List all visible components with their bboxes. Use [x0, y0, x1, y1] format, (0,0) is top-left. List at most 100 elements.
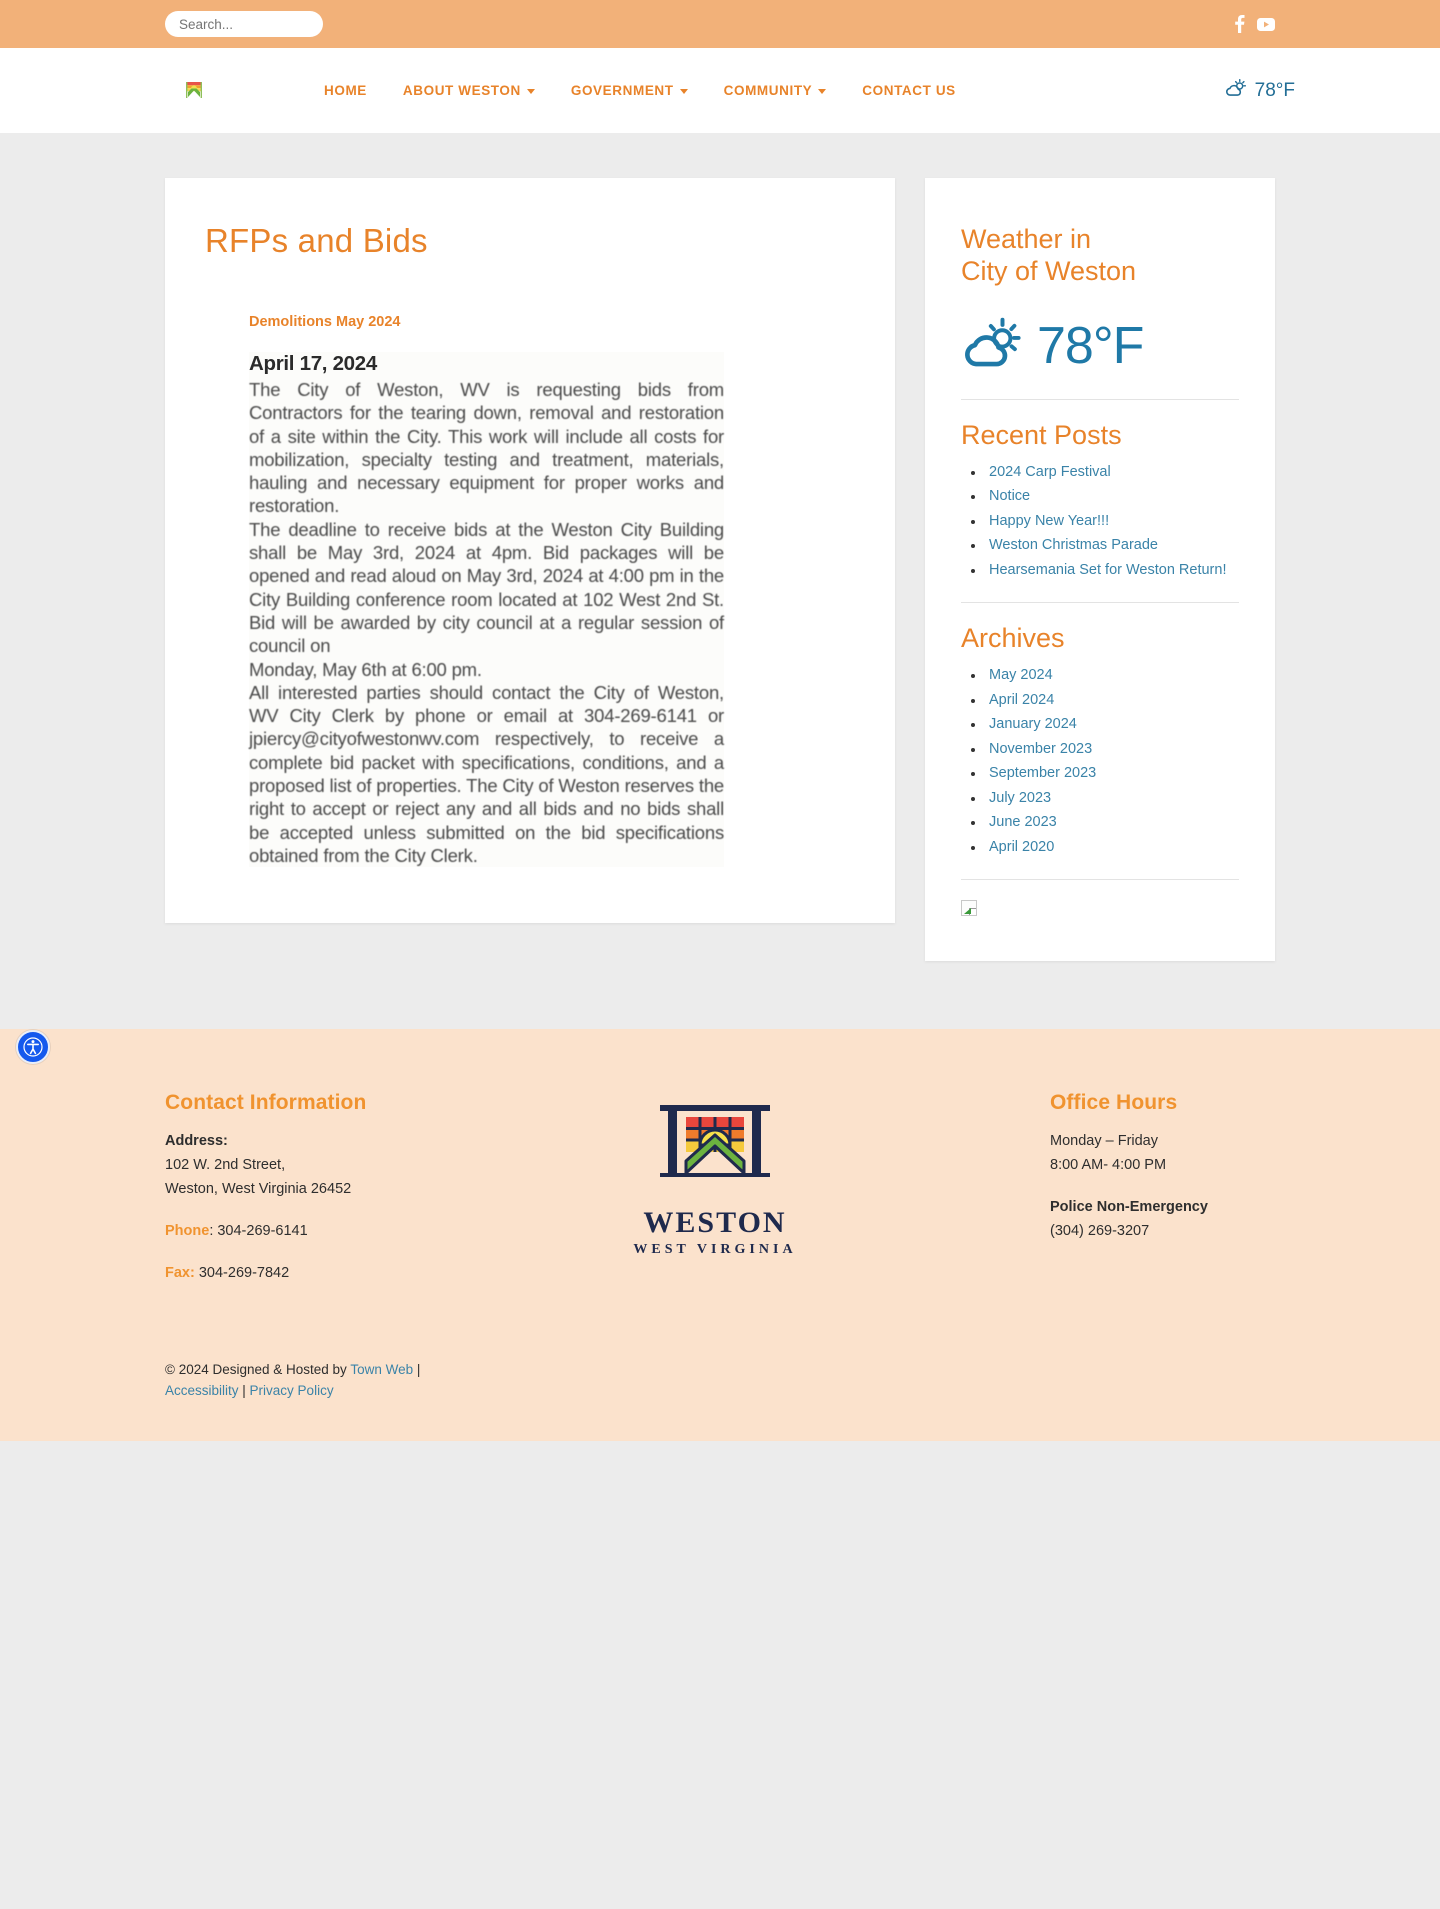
site-footer: Contact Information Address: 102 W. 2nd … [0, 1029, 1440, 1442]
copyright-line-2: Accessibility | Privacy Policy [165, 1380, 1275, 1401]
main-nav: HOME ABOUT WESTON GOVERNMENT COMMUNITY C… [306, 83, 974, 98]
footer-logo-subtitle: WEST VIRGINIA [633, 1242, 797, 1258]
weather-title-line-1: Weather in [961, 224, 1092, 254]
list-item[interactable]: Happy New Year!!! [961, 512, 1239, 532]
police-block: Police Non-Emergency (304) 269-3207 [1050, 1195, 1245, 1243]
nav-label: CONTACT US [862, 83, 956, 98]
list-item[interactable]: Notice [961, 487, 1239, 507]
youtube-icon[interactable] [1257, 17, 1275, 31]
search-container [165, 11, 323, 37]
sidebar: Weather in City of Weston 78°F Recent Po… [925, 178, 1275, 962]
contact-info-title: Contact Information [165, 1091, 367, 1115]
address-label: Address: [165, 1133, 228, 1150]
document-heading: Demolitions May 2024 [249, 314, 401, 330]
nav-item-government[interactable]: GOVERNMENT [553, 83, 706, 98]
search-input[interactable] [165, 11, 323, 37]
divider [961, 398, 1239, 400]
scanned-notice-image: April 17, 2024 The City of Weston, WV is… [249, 352, 724, 868]
list-item[interactable]: Weston Christmas Parade [961, 536, 1239, 556]
content-container: RFPs and Bids Demolitions May 2024 April… [165, 178, 1275, 1029]
site-header: HOME ABOUT WESTON GOVERNMENT COMMUNITY C… [0, 48, 1440, 133]
fax-block: Fax: 304-269-7842 [165, 1261, 545, 1285]
notice-paragraph-1: The City of Weston, WV is requesting bid… [249, 379, 724, 517]
nav-item-home[interactable]: HOME [306, 83, 385, 98]
page-body: RFPs and Bids Demolitions May 2024 April… [0, 133, 1440, 1030]
list-item[interactable]: May 2024 [961, 666, 1239, 686]
sidebar-temperature: 78°F [1037, 317, 1144, 376]
nav-label: ABOUT WESTON [402, 83, 521, 98]
archives-list: May 2024 April 2024 January 2024 Novembe… [961, 666, 1239, 857]
archives-title: Archives [961, 623, 1065, 654]
list-item[interactable]: July 2023 [961, 789, 1239, 809]
police-value: (304) 269-3207 [1050, 1223, 1150, 1240]
list-item[interactable]: November 2023 [961, 740, 1239, 760]
hours-line-2: 8:00 AM- 4:00 PM [1050, 1157, 1167, 1174]
police-label: Police Non-Emergency [1050, 1199, 1208, 1216]
copyright-text: © 2024 Designed & Hosted by [165, 1362, 351, 1378]
town-web-link[interactable]: Town Web [350, 1362, 413, 1377]
list-item[interactable]: 2024 Carp Festival [961, 463, 1239, 483]
hours-line-1: Monday – Friday [1050, 1133, 1158, 1150]
phone-value: : 304-269-6141 [209, 1223, 308, 1240]
broken-image-icon [961, 900, 977, 917]
recent-posts-list: 2024 Carp Festival Notice Happy New Year… [961, 463, 1239, 581]
address-block: Address: 102 W. 2nd Street, Weston, West… [165, 1129, 545, 1201]
copyright-line-1: © 2024 Designed & Hosted by Town Web | [165, 1359, 1275, 1380]
nav-item-contact-us[interactable]: CONTACT US [844, 83, 974, 98]
phone-block: Phone: 304-269-6141 [165, 1219, 545, 1243]
footer-logo-column: WESTON WEST VIRGINIA [545, 1091, 885, 1258]
nav-label: HOME [324, 83, 367, 98]
divider [961, 602, 1239, 604]
office-hours-title: Office Hours [1050, 1091, 1178, 1115]
page-title: RFPs and Bids [205, 222, 428, 259]
sidebar-weather: 78°F [961, 316, 1239, 377]
weston-footer-logo[interactable]: WESTON WEST VIRGINIA [633, 1097, 796, 1258]
privacy-policy-link[interactable]: Privacy Policy [250, 1383, 334, 1398]
footer-logo-wordmark: WESTON [643, 1206, 787, 1240]
notice-paragraph-4: All interested parties should contact th… [249, 681, 724, 866]
fax-label: Fax: [165, 1265, 195, 1282]
list-item[interactable]: January 2024 [961, 715, 1239, 735]
nav-item-about-weston[interactable]: ABOUT WESTON [385, 83, 553, 98]
chevron-down-icon [818, 89, 827, 94]
facebook-icon[interactable] [1234, 15, 1245, 33]
sun-cloud-icon [1225, 78, 1247, 104]
weather-title-line-2: City of Weston [961, 255, 1137, 286]
address-line-1: 102 W. 2nd Street, [165, 1157, 286, 1174]
list-item[interactable]: June 2023 [961, 813, 1239, 833]
header-weather-widget[interactable]: 78°F [1225, 78, 1295, 104]
top-bar [0, 0, 1440, 48]
divider [961, 879, 1239, 881]
article-card: RFPs and Bids Demolitions May 2024 April… [165, 178, 895, 924]
nav-label: COMMUNITY [723, 83, 813, 98]
accessibility-icon [23, 1037, 43, 1057]
footer-columns: Contact Information Address: 102 W. 2nd … [165, 1091, 1275, 1303]
header-temperature: 78°F [1254, 79, 1295, 101]
nav-label: GOVERNMENT [570, 83, 674, 98]
list-item[interactable]: Hearsemania Set for Weston Return! [961, 561, 1239, 581]
nav-item-community[interactable]: COMMUNITY [706, 83, 845, 98]
accessibility-link[interactable]: Accessibility [165, 1383, 239, 1398]
copyright-bar: © 2024 Designed & Hosted by Town Web | A… [165, 1359, 1275, 1401]
weather-widget-title: Weather in City of Weston [961, 224, 1239, 288]
chevron-down-icon [526, 89, 535, 94]
notice-paragraph-3: Monday, May 6th at 6:00 pm. [249, 658, 482, 680]
footer-hours-column: Office Hours Monday – Friday 8:00 AM- 4:… [885, 1091, 1245, 1261]
list-item[interactable]: September 2023 [961, 764, 1239, 784]
notice-paragraph-2: The deadline to receive bids at the West… [249, 518, 724, 657]
sun-cloud-icon [961, 316, 1023, 377]
address-line-2: Weston, West Virginia 26452 [165, 1181, 352, 1198]
list-item[interactable]: April 2024 [961, 691, 1239, 711]
list-item[interactable]: April 2020 [961, 838, 1239, 858]
accessibility-widget-button[interactable] [16, 1030, 50, 1064]
recent-posts-title: Recent Posts [961, 419, 1122, 450]
chevron-down-icon [679, 89, 688, 94]
hours-block: Monday – Friday 8:00 AM- 4:00 PM [1050, 1129, 1245, 1177]
link-separator: | [238, 1383, 250, 1399]
phone-label: Phone [165, 1223, 210, 1240]
footer-contact-column: Contact Information Address: 102 W. 2nd … [165, 1091, 545, 1303]
fax-value: 304-269-7842 [194, 1265, 290, 1282]
notice-date: April 17, 2024 [249, 352, 377, 375]
copyright-separator: | [413, 1362, 421, 1378]
weston-logo-icon[interactable] [180, 77, 208, 105]
